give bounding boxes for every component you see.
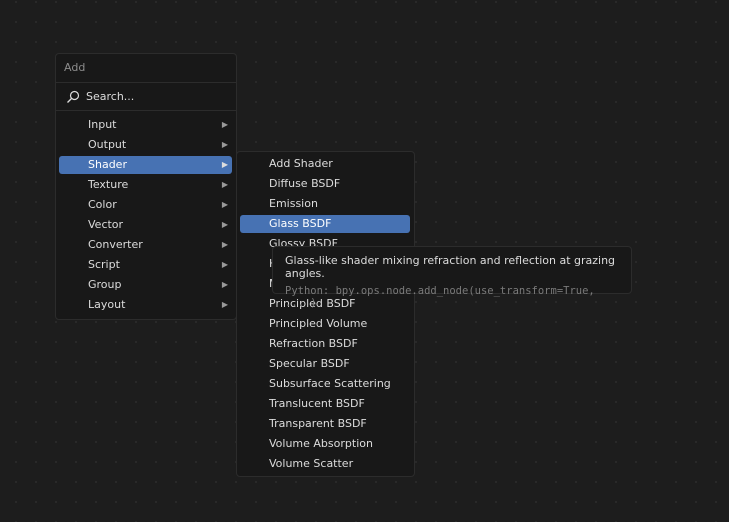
menu-title: Add xyxy=(56,54,236,83)
menu-item-label: Output xyxy=(88,138,127,151)
menu-item-specular-bsdf[interactable]: Specular BSDF xyxy=(240,355,410,373)
menu-item-label: Texture xyxy=(88,178,129,191)
menu-item-label: Layout xyxy=(88,298,126,311)
search-icon xyxy=(67,90,80,103)
menu-item-layout[interactable]: Layout ▶ xyxy=(59,296,232,314)
menu-item-label: Input xyxy=(88,118,117,131)
menu-item-volume-absorption[interactable]: Volume Absorption xyxy=(240,435,410,453)
menu-item-script[interactable]: Script ▶ xyxy=(59,256,232,274)
menu-item-label: Group xyxy=(88,278,122,291)
submenu-arrow-icon: ▶ xyxy=(221,280,228,289)
menu-item-label: Vector xyxy=(88,218,124,231)
menu-item-label: Translucent BSDF xyxy=(269,397,365,410)
menu-item-label: Volume Absorption xyxy=(269,437,373,450)
menu-item-shader[interactable]: Shader ▶ xyxy=(59,156,232,174)
menu-item-color[interactable]: Color ▶ xyxy=(59,196,232,214)
menu-item-label: Script xyxy=(88,258,120,271)
submenu-arrow-icon: ▶ xyxy=(221,200,228,209)
shader-submenu: Add Shader Diffuse BSDF Emission Glass BSDF… xyxy=(236,151,415,477)
menu-item-label: Glass BSDF xyxy=(269,217,332,230)
submenu-arrow-icon: ▶ xyxy=(221,120,228,129)
menu-item-label: Color xyxy=(88,198,117,211)
submenu-arrow-icon: ▶ xyxy=(221,300,228,309)
menu-item-transparent-bsdf[interactable]: Transparent BSDF xyxy=(240,415,410,433)
menu-item-label: Specular BSDF xyxy=(269,357,350,370)
menu-item-subsurface-scattering[interactable]: Subsurface Scattering xyxy=(240,375,410,393)
search-field[interactable]: Search... xyxy=(56,83,236,111)
tooltip: Glass-like shader mixing refraction and … xyxy=(272,246,632,309)
menu-item-label: Add Shader xyxy=(269,157,333,170)
submenu-arrow-icon: ▶ xyxy=(221,240,228,249)
search-label: Search... xyxy=(86,90,135,103)
submenu-arrow-icon: ▶ xyxy=(221,260,228,269)
menu-item-label: Converter xyxy=(88,238,143,251)
menu-item-volume-scatter[interactable]: Volume Scatter xyxy=(240,455,410,473)
submenu-arrow-icon: ▶ xyxy=(221,140,228,149)
menu-item-label: Shader xyxy=(88,158,127,171)
tooltip-description: Glass-like shader mixing refraction and … xyxy=(285,254,616,280)
menu-item-emission[interactable]: Emission xyxy=(240,195,410,213)
menu-item-converter[interactable]: Converter ▶ xyxy=(59,236,232,254)
menu-item-refraction-bsdf[interactable]: Refraction BSDF xyxy=(240,335,410,353)
submenu-arrow-icon: ▶ xyxy=(221,180,228,189)
menu-item-translucent-bsdf[interactable]: Translucent BSDF xyxy=(240,395,410,413)
menu-item-input[interactable]: Input ▶ xyxy=(59,116,232,134)
menu-item-group[interactable]: Group ▶ xyxy=(59,276,232,294)
menu-item-label: Diffuse BSDF xyxy=(269,177,341,190)
menu-item-glass-bsdf[interactable]: Glass BSDF xyxy=(240,215,410,233)
tooltip-python: Python: bpy.ops.node.add_node(use_transf… xyxy=(285,285,595,309)
menu-item-principled-volume[interactable]: Principled Volume xyxy=(240,315,410,333)
menu-item-label: Emission xyxy=(269,197,318,210)
menu-item-label: Subsurface Scattering xyxy=(269,377,391,390)
add-menu: Add Search... Input ▶ Output ▶ Shader ▶ Textur… xyxy=(55,53,237,320)
menu-item-texture[interactable]: Texture ▶ xyxy=(59,176,232,194)
menu-item-label: Transparent BSDF xyxy=(269,417,367,430)
menu-item-output[interactable]: Output ▶ xyxy=(59,136,232,154)
menu-item-diffuse-bsdf[interactable]: Diffuse BSDF xyxy=(240,175,410,193)
menu-item-vector[interactable]: Vector ▶ xyxy=(59,216,232,234)
menu-item-label: Principled Volume xyxy=(269,317,368,330)
menu-item-add-shader[interactable]: Add Shader xyxy=(240,155,410,173)
submenu-arrow-icon: ▶ xyxy=(221,220,228,229)
menu-item-label: Volume Scatter xyxy=(269,457,354,470)
menu-item-label: Refraction BSDF xyxy=(269,337,358,350)
submenu-arrow-icon: ▶ xyxy=(221,160,228,169)
